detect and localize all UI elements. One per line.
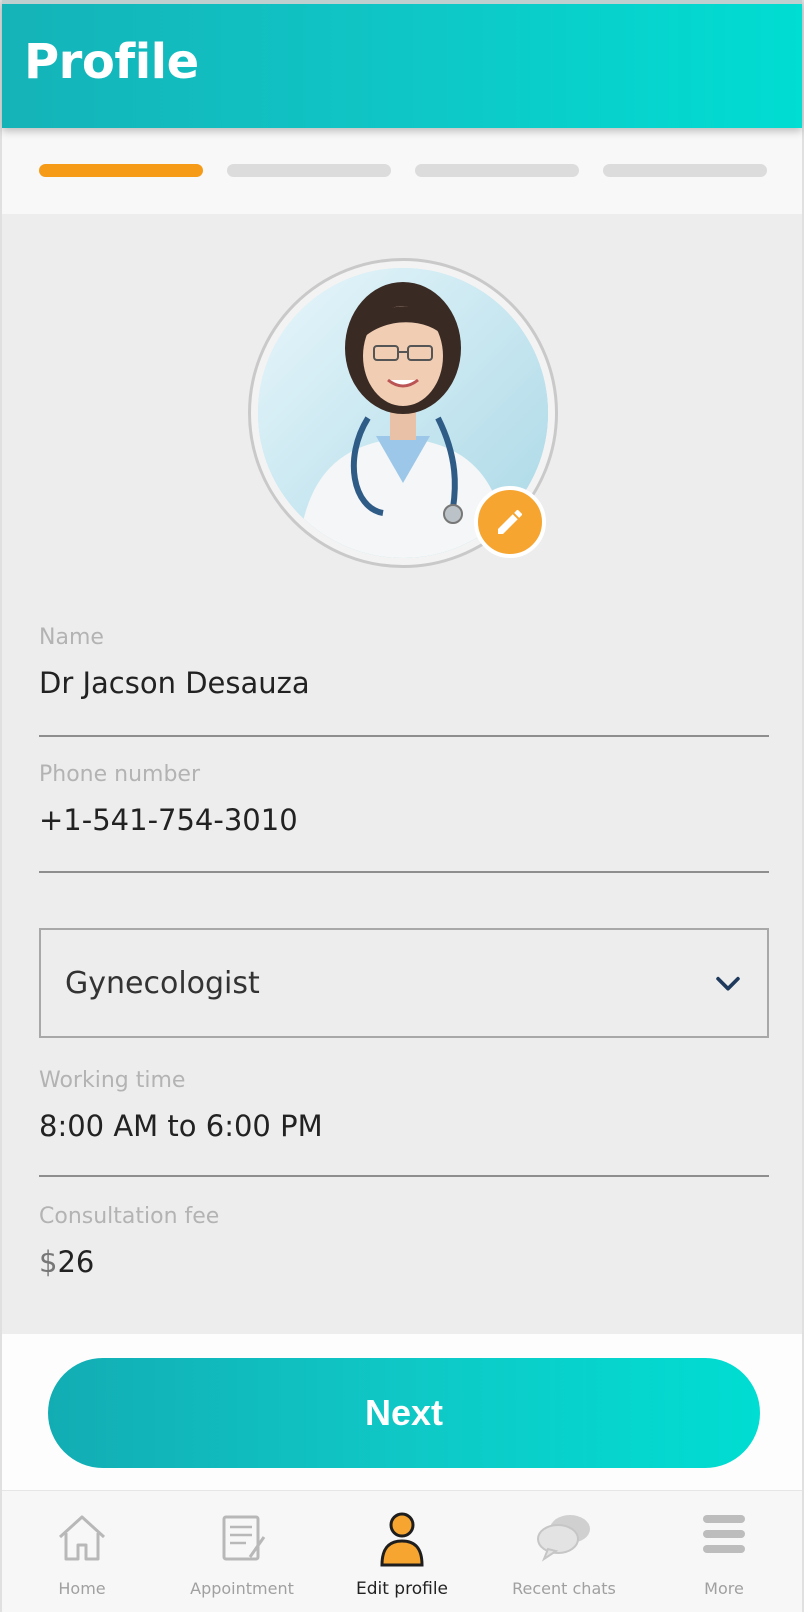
tab-edit-profile[interactable]: Edit profile [322,1491,482,1612]
step-indicator-3 [415,164,579,177]
working-time-label: Working time [39,1068,186,1093]
bottom-tab-bar: Home Appointment Edit profile Recent cha… [2,1490,802,1612]
tab-recent-chats[interactable]: Recent chats [484,1491,644,1612]
menu-icon [703,1515,745,1553]
tab-label-more: More [704,1579,744,1598]
edit-photo-button[interactable] [474,486,546,558]
edit-profile-icon [380,1512,424,1567]
chat-icon [537,1515,590,1562]
phone-label: Phone number [39,762,201,787]
tab-label-home: Home [58,1579,106,1598]
tab-label-edit-profile: Edit profile [355,1579,449,1599]
working-time-underline [39,1175,769,1177]
consultation-fee-label: Consultation fee [39,1204,220,1229]
consultation-fee-field[interactable]: Consultation fee $26 [39,1204,769,1279]
specialty-select[interactable]: Gynecologist [39,928,769,1038]
home-icon [58,1515,106,1561]
phone-underline [39,871,769,873]
app-header: Profile [2,0,802,128]
appointment-icon [222,1515,266,1561]
pencil-icon [498,509,523,534]
step-indicator-4 [603,164,767,177]
tab-label-recent-chats: Recent chats [512,1579,616,1598]
progress-stepper [2,128,802,214]
step-indicator-2 [227,164,391,177]
tab-appointment[interactable]: Appointment [162,1491,322,1612]
name-label: Name [39,625,104,650]
next-button[interactable]: Next [48,1358,760,1468]
step-indicator-1 [39,164,203,177]
fee-amount: 26 [57,1245,95,1279]
fee-currency: $ [39,1245,58,1279]
tab-home[interactable]: Home [2,1491,162,1612]
tab-more[interactable]: More [644,1491,804,1612]
phone-value[interactable]: +1-541-754-3010 [39,803,769,837]
specialty-value: Gynecologist [65,966,260,1001]
page-title: Profile [24,34,199,90]
name-underline [39,735,769,737]
tab-label-appointment: Appointment [190,1579,294,1598]
working-time-value[interactable]: 8:00 AM to 6:00 PM [39,1109,769,1143]
consultation-fee-value[interactable]: $26 [39,1245,769,1279]
name-field[interactable]: Name Dr Jacson Desauza [39,625,769,737]
phone-field[interactable]: Phone number +1-541-754-3010 [39,762,769,873]
working-time-field[interactable]: Working time 8:00 AM to 6:00 PM [39,1068,769,1177]
chevron-down-icon [716,976,740,991]
name-value[interactable]: Dr Jacson Desauza [39,666,769,700]
